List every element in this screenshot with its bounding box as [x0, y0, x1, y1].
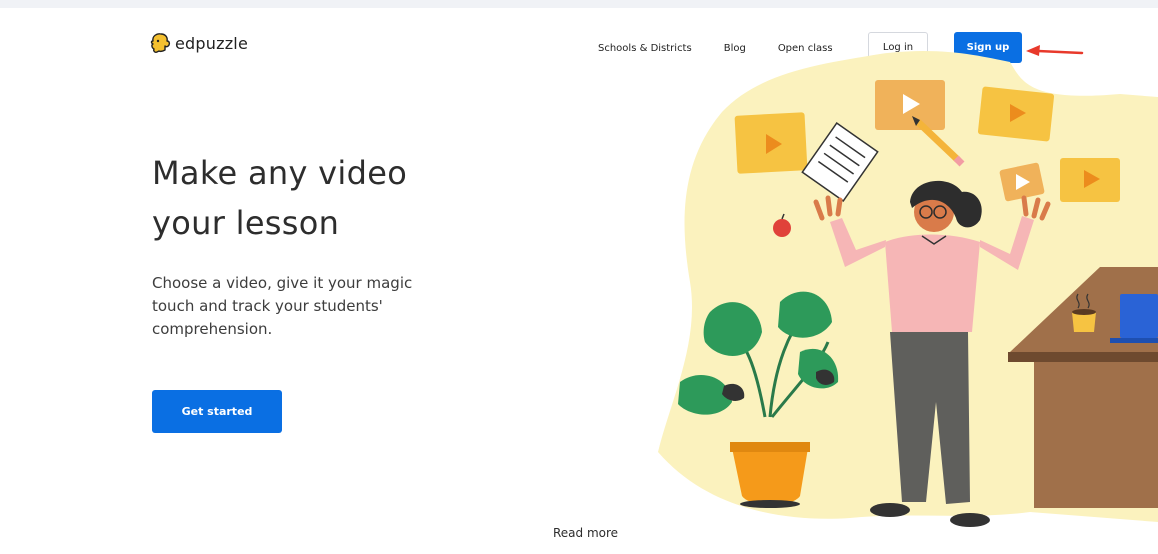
landing-page: edpuzzle Schools & Districts Blog Open c… [0, 0, 1158, 554]
puzzle-head-icon [150, 33, 171, 53]
hero-subtext: Choose a video, give it your magic touch… [152, 274, 413, 338]
teacher-illustration [658, 51, 1158, 527]
brand-logo[interactable]: edpuzzle [149, 32, 248, 54]
brand-name: edpuzzle [175, 33, 248, 53]
read-more-link[interactable]: Read more [553, 526, 618, 540]
video-card-icon [734, 112, 808, 174]
hero-headline: Make any video your lesson [152, 154, 408, 242]
get-started-button[interactable]: Get started [152, 390, 282, 433]
